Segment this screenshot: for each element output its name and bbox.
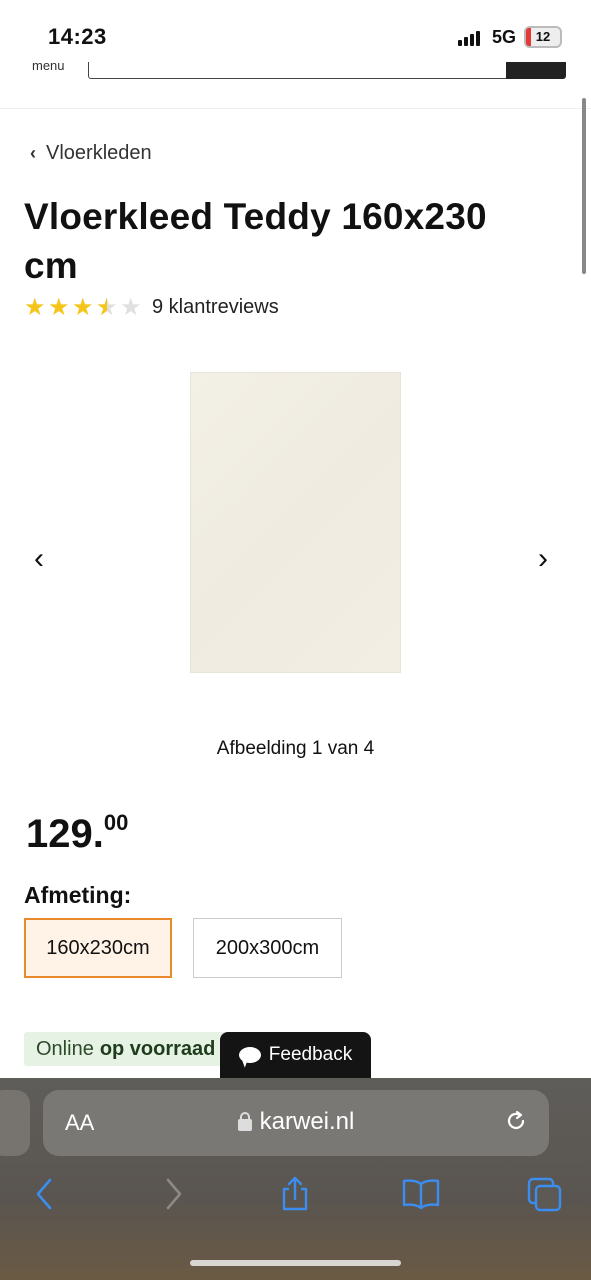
product-title: Vloerkleed Teddy 160x230 cm xyxy=(24,196,487,286)
battery-level: 12 xyxy=(535,29,551,44)
signal-icon xyxy=(458,30,484,46)
back-icon[interactable] xyxy=(30,1176,58,1212)
status-bar: 14:23 5G 12 xyxy=(0,0,591,66)
bookmarks-icon[interactable] xyxy=(401,1176,441,1212)
clock: 14:23 xyxy=(48,24,107,49)
site-search-button[interactable] xyxy=(506,62,566,79)
reviews-link[interactable]: 9 klantreviews xyxy=(152,296,279,319)
product-rating[interactable]: ★ ★ ★ ★ ★ 9 klantreviews xyxy=(24,293,279,321)
price-cents: 00 xyxy=(103,810,129,835)
star-icon: ★ xyxy=(72,293,94,321)
price-main: 129. xyxy=(26,812,104,856)
star-icon: ★ xyxy=(96,295,118,319)
product-price: 129.00 xyxy=(26,810,129,857)
reload-icon[interactable] xyxy=(503,1108,529,1134)
size-option-200x300[interactable]: 200x300cm xyxy=(193,918,342,978)
forward-icon[interactable] xyxy=(160,1176,188,1212)
url-text: karwei.nl xyxy=(259,1108,355,1135)
chat-bubble-icon xyxy=(238,1047,261,1063)
rating-stars: ★ ★ ★ ★ ★ xyxy=(24,293,142,321)
chevron-left-icon: ‹ xyxy=(30,143,36,163)
product-image[interactable] xyxy=(190,372,401,673)
feedback-label: Feedback xyxy=(268,1044,353,1065)
size-label: Afmeting: xyxy=(24,882,132,908)
breadcrumb-link[interactable]: Vloerkleden xyxy=(46,142,152,165)
star-icon: ★ xyxy=(48,293,70,321)
battery-icon: 12 xyxy=(524,26,562,48)
page-scrollbar[interactable] xyxy=(582,98,586,274)
network-label: 5G xyxy=(492,27,517,47)
image-counter: Afbeelding 1 van 4 xyxy=(216,738,375,759)
feedback-button[interactable]: Feedback xyxy=(220,1032,371,1078)
address-bar[interactable]: AA karwei.nl xyxy=(43,1090,549,1156)
menu-label[interactable]: menu xyxy=(32,62,65,76)
product-gallery: ‹ › xyxy=(0,360,591,680)
browser-chrome: AA karwei.nl xyxy=(0,1078,591,1280)
stock-status: op voorraad xyxy=(99,1037,216,1060)
header-divider xyxy=(0,108,591,109)
gallery-next-button[interactable]: › xyxy=(538,542,548,576)
previous-tab-bar[interactable] xyxy=(0,1090,30,1156)
url-display[interactable]: karwei.nl xyxy=(43,1108,549,1136)
home-indicator[interactable] xyxy=(190,1260,401,1266)
share-icon[interactable] xyxy=(278,1176,312,1212)
star-icon: ★ xyxy=(120,293,142,321)
stock-prefix: Online xyxy=(36,1037,94,1060)
gallery-prev-button[interactable]: ‹ xyxy=(34,542,44,576)
tabs-icon[interactable] xyxy=(526,1176,564,1212)
star-icon: ★ xyxy=(24,293,46,321)
stock-badge: Online op voorraad xyxy=(24,1032,228,1066)
size-option-160x230[interactable]: 160x230cm xyxy=(24,918,172,978)
lock-icon xyxy=(237,1112,252,1131)
site-search-input[interactable] xyxy=(88,62,508,79)
breadcrumb[interactable]: ‹ Vloerkleden xyxy=(30,142,152,165)
